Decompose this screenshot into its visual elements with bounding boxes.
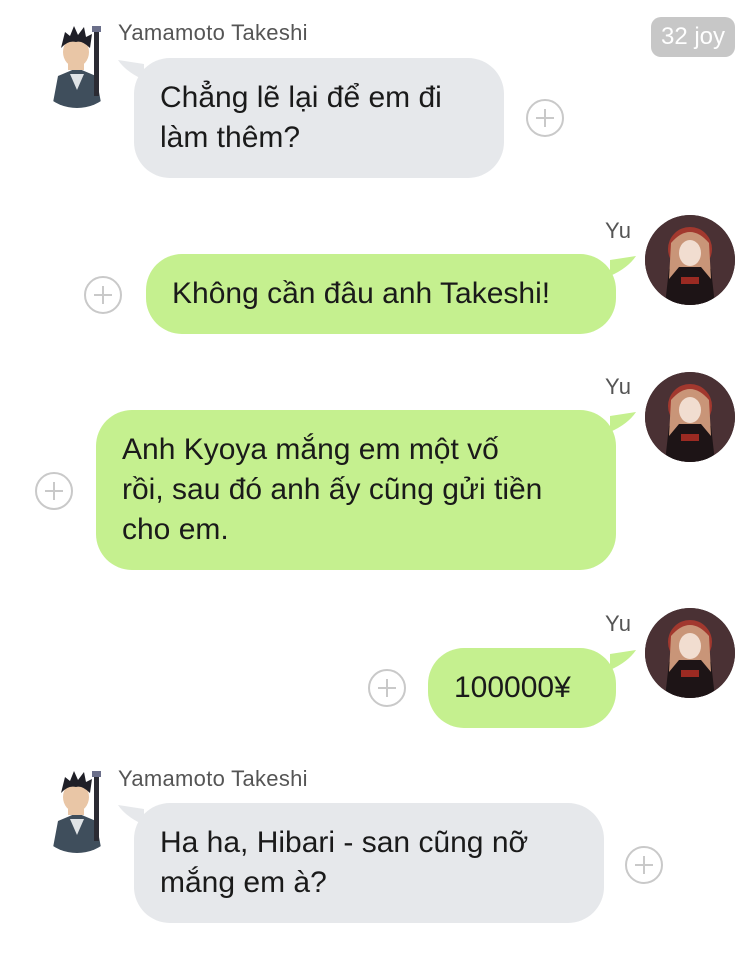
avatar-yu[interactable]: [645, 372, 735, 462]
message-bubble[interactable]: Anh Kyoya mắng em một vố rồi, sau đó anh…: [96, 410, 616, 570]
time-badge: 32 joy: [651, 17, 735, 57]
avatar-yu-image: [645, 608, 735, 698]
sender-name: Yamamoto Takeshi: [118, 20, 308, 45]
sender-name: Yu: [605, 374, 632, 399]
plus-circle-icon[interactable]: [368, 669, 406, 707]
avatar-yu[interactable]: [645, 608, 735, 698]
plus-circle-icon[interactable]: [625, 846, 663, 884]
message-bubble[interactable]: Ha ha, Hibari - san cũng nỡ mắng em à?: [134, 803, 604, 923]
avatar-yu[interactable]: [645, 215, 735, 305]
sender-name: Yamamoto Takeshi: [118, 766, 308, 791]
message-bubble[interactable]: Không cần đâu anh Takeshi!: [146, 254, 616, 334]
avatar-yu-image: [645, 372, 735, 462]
bubble-tail: [610, 256, 636, 276]
sender-name: Yu: [605, 218, 632, 243]
plus-circle-icon[interactable]: [84, 276, 122, 314]
plus-circle-icon[interactable]: [526, 99, 564, 137]
avatar-takeshi-image: [52, 26, 102, 108]
avatar-yu-image: [645, 215, 735, 305]
plus-circle-icon[interactable]: [35, 472, 73, 510]
message-bubble[interactable]: 100000¥: [428, 648, 616, 728]
avatar-takeshi-image: [52, 771, 102, 853]
message-bubble[interactable]: Chẳng lẽ lại để em đi làm thêm?: [134, 58, 504, 178]
bubble-tail: [610, 650, 636, 670]
sender-name: Yu: [605, 611, 632, 636]
avatar-takeshi[interactable]: [32, 763, 122, 853]
bubble-tail: [610, 412, 636, 432]
avatar-takeshi[interactable]: [32, 18, 122, 108]
